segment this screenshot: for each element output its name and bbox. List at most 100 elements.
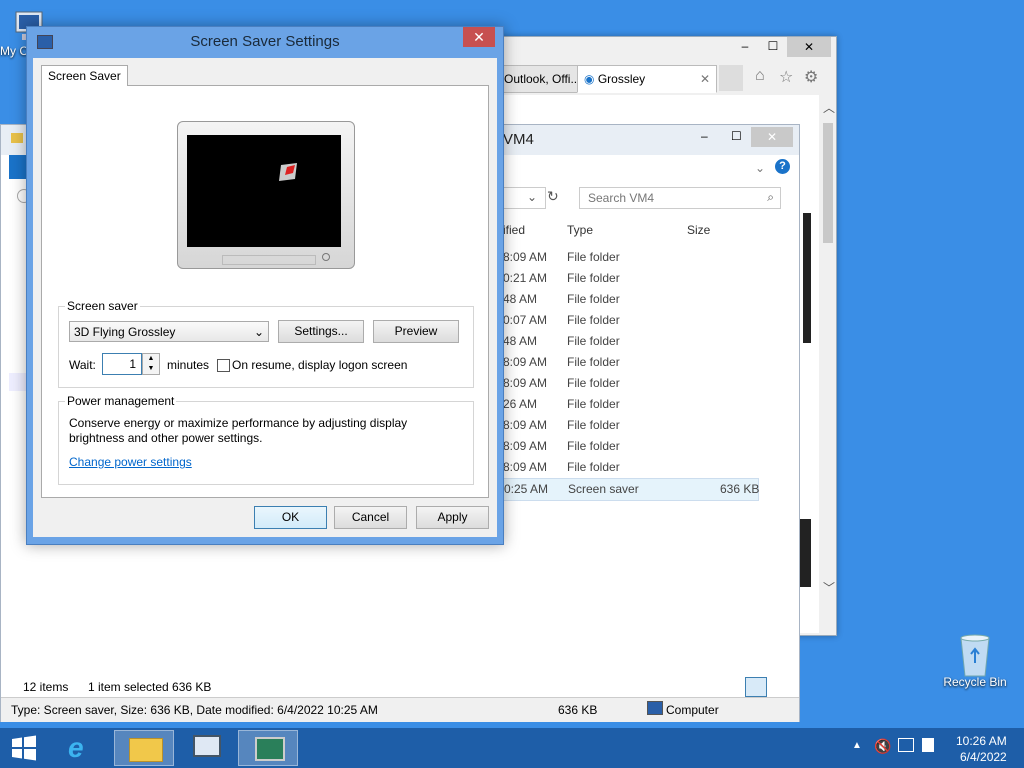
status-bar: Type: Screen saver, Size: 636 KB, Date m… bbox=[1, 697, 799, 722]
cell-modified: 0:07 AM bbox=[503, 313, 548, 327]
browser-maximize-button[interactable]: ☐ bbox=[761, 39, 785, 57]
show-hidden-icons-icon[interactable]: ▲ bbox=[852, 740, 862, 751]
taskbar-internet-explorer[interactable]: e bbox=[52, 730, 112, 766]
nav-pane-item[interactable] bbox=[9, 373, 27, 391]
new-tab-button[interactable] bbox=[719, 65, 743, 91]
change-power-settings-link[interactable]: Change power settings bbox=[69, 455, 192, 469]
volume-muted-icon[interactable]: 🔇 bbox=[874, 738, 891, 755]
table-row[interactable]: 8:09 AM File folder bbox=[499, 247, 757, 268]
cell-type: File folder bbox=[567, 376, 620, 390]
gear-icon[interactable]: ⚙ bbox=[804, 67, 818, 87]
table-row[interactable]: 26 AM File folder bbox=[499, 394, 757, 415]
dialog-titlebar[interactable]: Screen Saver Settings ✕ bbox=[27, 27, 503, 57]
table-row[interactable]: 0:21 AM File folder bbox=[499, 268, 757, 289]
power-management-group: Power management Conserve energy or maxi… bbox=[58, 394, 474, 485]
cell-modified: 8:09 AM bbox=[503, 460, 548, 474]
tab-screen-saver[interactable]: Screen Saver bbox=[41, 65, 128, 86]
power-description: Conserve energy or maximize performance … bbox=[69, 416, 408, 445]
clock-date[interactable]: 6/4/2022 bbox=[960, 750, 1007, 764]
clock-time[interactable]: 10:26 AM bbox=[956, 734, 1007, 748]
browser-tab-grossley[interactable]: ◉ Grossley ✕ bbox=[577, 65, 717, 93]
cell-type: File folder bbox=[567, 355, 620, 369]
column-header-type[interactable]: Type bbox=[567, 223, 593, 237]
resume-label[interactable]: On resume, display logon screen bbox=[232, 358, 407, 372]
start-button[interactable] bbox=[0, 730, 48, 766]
screensaver-selected-value: 3D Flying Grossley bbox=[74, 325, 176, 339]
column-header-size[interactable]: Size bbox=[687, 223, 710, 237]
wait-stepper[interactable]: ▲ ▼ bbox=[142, 353, 160, 375]
resume-checkbox[interactable] bbox=[217, 359, 230, 372]
apply-button[interactable]: Apply bbox=[416, 506, 489, 529]
taskbar-file-explorer[interactable] bbox=[114, 730, 174, 766]
monitor-preview bbox=[177, 121, 355, 269]
cell-type: Screen saver bbox=[568, 482, 639, 496]
explorer-close-button[interactable]: ✕ bbox=[751, 127, 793, 147]
settings-button[interactable]: Settings... bbox=[278, 320, 364, 343]
cell-modified: 8:09 AM bbox=[503, 376, 548, 390]
desktop-icon-recycle-bin[interactable]: Recycle Bin bbox=[940, 632, 1010, 689]
explorer-minimize-button[interactable]: – bbox=[701, 129, 708, 143]
search-icon[interactable]: ⌕ bbox=[767, 190, 774, 205]
preview-button[interactable]: Preview bbox=[373, 320, 459, 343]
table-row[interactable]: 8:09 AM File folder bbox=[499, 373, 757, 394]
home-icon[interactable]: ⌂ bbox=[755, 67, 765, 85]
scroll-thumb[interactable] bbox=[823, 123, 833, 243]
flying-logo-icon bbox=[279, 163, 297, 181]
table-row[interactable]: 0:07 AM File folder bbox=[499, 310, 757, 331]
details-view-icon[interactable] bbox=[745, 677, 767, 697]
cancel-button[interactable]: Cancel bbox=[334, 506, 407, 529]
folder-icon bbox=[11, 133, 23, 143]
browser-close-button[interactable]: ✕ bbox=[787, 37, 831, 57]
browser-vertical-scrollbar[interactable]: ︿ ﹀ bbox=[820, 95, 836, 633]
search-input[interactable]: Search VM4 ⌕ bbox=[579, 187, 781, 209]
chevron-down-icon[interactable]: ⌄ bbox=[527, 190, 537, 204]
action-center-icon[interactable] bbox=[922, 738, 934, 752]
ribbon-expand-icon[interactable]: ⌄ bbox=[755, 161, 765, 175]
table-row[interactable]: 8:09 AM File folder bbox=[499, 457, 757, 478]
computer-icon bbox=[647, 701, 663, 715]
favorites-star-icon[interactable]: ☆ bbox=[779, 67, 793, 87]
explorer-title: VM4 bbox=[503, 131, 534, 148]
browser-minimize-button[interactable]: – bbox=[733, 39, 757, 57]
column-header-modified[interactable]: ified bbox=[503, 223, 525, 237]
cell-type: File folder bbox=[567, 418, 620, 432]
cell-type: File folder bbox=[567, 250, 620, 264]
cell-modified: 8:09 AM bbox=[503, 439, 548, 453]
table-row[interactable]: 0:25 AM Screen saver 636 KB bbox=[499, 478, 759, 501]
edge-logo-icon: ◉ bbox=[584, 72, 595, 86]
dialog-close-button[interactable]: ✕ bbox=[463, 27, 495, 47]
browser-tab-outlook[interactable]: Outlook, Offi... bbox=[497, 65, 579, 93]
windows-logo-icon bbox=[12, 735, 36, 761]
table-row[interactable]: 8:09 AM File folder bbox=[499, 352, 757, 373]
screen-saver-settings-dialog[interactable]: Screen Saver Settings ✕ Screen Saver Scr… bbox=[26, 26, 504, 545]
ok-button[interactable]: OK bbox=[254, 506, 327, 529]
status-detail: Type: Screen saver, Size: 636 KB, Date m… bbox=[11, 703, 378, 717]
stepper-up-icon[interactable]: ▲ bbox=[143, 354, 159, 364]
network-icon[interactable] bbox=[898, 738, 914, 752]
large-icons-view-icon[interactable] bbox=[769, 677, 787, 695]
cell-type: File folder bbox=[567, 271, 620, 285]
address-bar[interactable]: ⌄ bbox=[499, 187, 546, 209]
dialog-title: Screen Saver Settings bbox=[190, 33, 340, 50]
explorer-maximize-button[interactable]: ☐ bbox=[731, 129, 742, 143]
table-row[interactable]: 8:09 AM File folder bbox=[499, 436, 757, 457]
chevron-down-icon: ⌄ bbox=[253, 325, 264, 339]
screensaver-select[interactable]: 3D Flying Grossley ⌄ bbox=[69, 321, 269, 342]
table-row[interactable]: 8:09 AM File folder bbox=[499, 415, 757, 436]
tab-close-icon[interactable]: ✕ bbox=[700, 66, 710, 92]
refresh-icon[interactable]: ↻ bbox=[547, 188, 559, 205]
cell-type: File folder bbox=[567, 313, 620, 327]
dialog-body: Screen Saver Screen saver 3D Flying Gros… bbox=[33, 58, 497, 537]
scroll-down-icon[interactable]: ﹀ bbox=[823, 579, 835, 596]
help-icon[interactable]: ? bbox=[775, 159, 790, 174]
table-row[interactable]: 48 AM File folder bbox=[499, 331, 757, 352]
browser-tab-strip: Outlook, Offi... ◉ Grossley ✕ ⌂ ☆ ⚙ bbox=[497, 65, 836, 93]
scroll-up-icon[interactable]: ︿ bbox=[823, 99, 835, 116]
taskbar: e ▲ 🔇 10:26 AM 6/4/2022 bbox=[0, 728, 1024, 768]
taskbar-computer[interactable] bbox=[176, 730, 236, 766]
table-row[interactable]: 48 AM File folder bbox=[499, 289, 757, 310]
wait-input[interactable]: 1 bbox=[102, 353, 142, 375]
power-group-label: Power management bbox=[65, 394, 177, 408]
stepper-down-icon[interactable]: ▼ bbox=[143, 364, 159, 374]
taskbar-screen-saver-settings[interactable] bbox=[238, 730, 298, 766]
